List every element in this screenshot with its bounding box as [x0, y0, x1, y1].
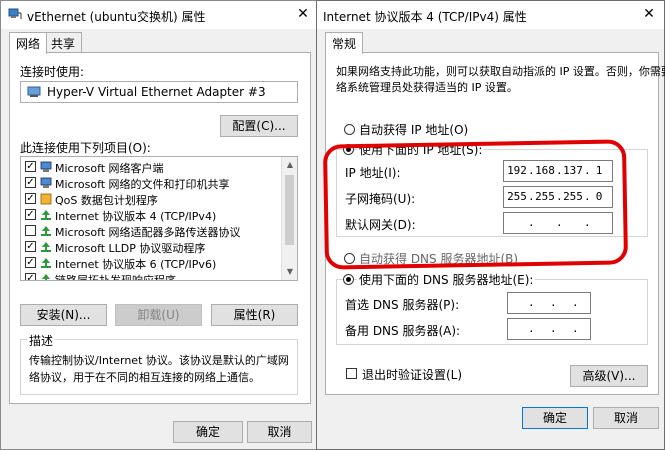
- item-checkbox[interactable]: ✓: [25, 177, 36, 188]
- red-highlight-annotation: [322, 139, 629, 270]
- qos-icon: [40, 193, 52, 205]
- item-label: 链路层拓扑发现响应程序: [55, 274, 176, 281]
- item-label: Microsoft 网络的文件和打印机共享: [55, 178, 230, 191]
- item-label: Microsoft LLDP 协议驱动程序: [55, 242, 206, 255]
- validate-on-exit-label[interactable]: 退出时验证设置(L): [362, 366, 462, 383]
- item-checkbox[interactable]: [25, 225, 36, 236]
- scroll-up-icon[interactable]: ▲: [282, 157, 297, 173]
- tab-network[interactable]: 网络: [9, 32, 48, 54]
- item-label: Microsoft 网络适配器多路传送器协议: [55, 226, 241, 239]
- close-button[interactable]: ✕: [639, 4, 659, 24]
- preferred-dns-input[interactable]: . . .: [507, 292, 591, 314]
- ok-button[interactable]: 确定: [173, 421, 243, 443]
- protocol-icon: [42, 274, 50, 280]
- close-button[interactable]: ✕: [293, 4, 313, 24]
- list-item[interactable]: ✓ Internet 协议版本 6 (TCP/IPv6): [21, 255, 283, 271]
- protocol-icon: [41, 210, 51, 220]
- network-tab-panel: 连接时使用: Hyper-V Virtual Ethernet Adapter …: [9, 52, 311, 404]
- manual-dns-radio[interactable]: [343, 274, 354, 285]
- advanced-button[interactable]: 高级(V)...: [570, 365, 648, 387]
- list-item[interactable]: Microsoft 网络适配器多路传送器协议: [21, 223, 283, 239]
- connect-using-label: 连接时使用:: [20, 65, 85, 79]
- item-checkbox[interactable]: ✓: [25, 273, 36, 280]
- protocol-icon: [41, 226, 51, 236]
- list-item[interactable]: ✓ Internet 协议版本 4 (TCP/IPv4): [21, 207, 283, 223]
- auto-ip-label[interactable]: 自动获得 IP 地址(O): [359, 121, 468, 138]
- window-title: vEthernet (ubuntu交换机) 属性: [27, 10, 206, 24]
- network-connection-icon: [8, 8, 22, 19]
- uninstall-button[interactable]: 卸载(U): [115, 304, 202, 326]
- alternate-dns-input[interactable]: . . .: [507, 318, 591, 340]
- item-label: Internet 协议版本 4 (TCP/IPv4): [55, 210, 217, 223]
- item-label: Internet 协议版本 6 (TCP/IPv6): [55, 258, 217, 271]
- manual-dns-label[interactable]: 使用下面的 DNS 服务器地址(E):: [357, 271, 536, 288]
- intro-text-line1: 如果网络支持此功能，则可以获取自动指派的 IP 设置。否则，你需要从网: [336, 65, 665, 78]
- components-list[interactable]: ✓ Microsoft 网络客户端 ✓ Microsoft 网络的文件和打印机共…: [20, 156, 298, 281]
- scroll-down-icon[interactable]: ▼: [282, 264, 297, 280]
- item-checkbox[interactable]: ✓: [25, 257, 36, 268]
- configure-button[interactable]: 配置(C)...: [220, 115, 298, 137]
- list-item[interactable]: ✓ Microsoft LLDP 协议驱动程序: [21, 239, 283, 255]
- protocol-icon: [41, 258, 51, 268]
- protocol-icon: [41, 242, 51, 252]
- tab-general[interactable]: 常规: [325, 32, 364, 54]
- adapter-display: Hyper-V Virtual Ethernet Adapter #3: [20, 81, 298, 103]
- description-group: 描述 传输控制协议/Internet 协议。该协议是默认的广域网络协议，用于在不…: [20, 332, 298, 395]
- item-label: Microsoft 网络客户端: [55, 162, 164, 175]
- adapter-name: Hyper-V Virtual Ethernet Adapter #3: [47, 85, 266, 99]
- intro-text-line2: 络系统管理员处获得适当的 IP 设置。: [336, 81, 518, 94]
- adapter-icon: [27, 86, 41, 97]
- list-item[interactable]: ✓ QoS 数据包计划程序: [21, 191, 283, 207]
- auto-ip-radio[interactable]: [344, 124, 355, 135]
- window-title: Internet 协议版本 4 (TCP/IPv4) 属性: [323, 10, 527, 24]
- description-text: 传输控制协议/Internet 协议。该协议是默认的广域网络协议，用于在不同的相…: [29, 354, 289, 384]
- file-share-icon: [40, 177, 52, 188]
- item-checkbox[interactable]: ✓: [25, 161, 36, 172]
- item-checkbox[interactable]: ✓: [25, 209, 36, 220]
- description-title: 描述: [27, 332, 56, 349]
- validate-on-exit-checkbox[interactable]: [346, 368, 357, 379]
- items-label: 此连接使用下列项目(O):: [20, 141, 151, 155]
- alternate-dns-label: 备用 DNS 服务器(A):: [345, 324, 461, 338]
- ipv4-properties-window: Internet 协议版本 4 (TCP/IPv4) 属性 ✕ 常规 如果网络支…: [316, 0, 665, 450]
- preferred-dns-label: 首选 DNS 服务器(P):: [345, 298, 460, 312]
- list-scrollbar[interactable]: ▲ ▼: [281, 157, 297, 280]
- list-item[interactable]: ✓ 链路层拓扑发现响应程序: [21, 271, 283, 281]
- item-checkbox[interactable]: ✓: [25, 241, 36, 252]
- network-client-icon: [40, 161, 52, 172]
- cancel-button[interactable]: 取消: [593, 407, 659, 429]
- title-bar[interactable]: Internet 协议版本 4 (TCP/IPv4) 属性 ✕: [317, 1, 664, 29]
- ok-button[interactable]: 确定: [522, 407, 588, 429]
- dns-group: 使用下面的 DNS 服务器地址(E): 首选 DNS 服务器(P): . . .…: [336, 271, 648, 345]
- item-checkbox[interactable]: ✓: [25, 193, 36, 204]
- properties-button[interactable]: 属性(R): [211, 304, 298, 326]
- cancel-button[interactable]: 取消: [247, 421, 312, 443]
- title-bar[interactable]: vEthernet (ubuntu交换机) 属性 ✕: [1, 1, 317, 29]
- list-item[interactable]: ✓ Microsoft 网络客户端: [21, 159, 283, 175]
- adapter-properties-window: vEthernet (ubuntu交换机) 属性 ✕ 网络 共享 连接时使用: …: [0, 0, 318, 450]
- item-label: QoS 数据包计划程序: [55, 194, 158, 207]
- list-item[interactable]: ✓ Microsoft 网络的文件和打印机共享: [21, 175, 283, 191]
- tab-sharing[interactable]: 共享: [44, 32, 83, 52]
- scroll-thumb[interactable]: [285, 175, 294, 245]
- install-button[interactable]: 安装(N)...: [20, 304, 107, 326]
